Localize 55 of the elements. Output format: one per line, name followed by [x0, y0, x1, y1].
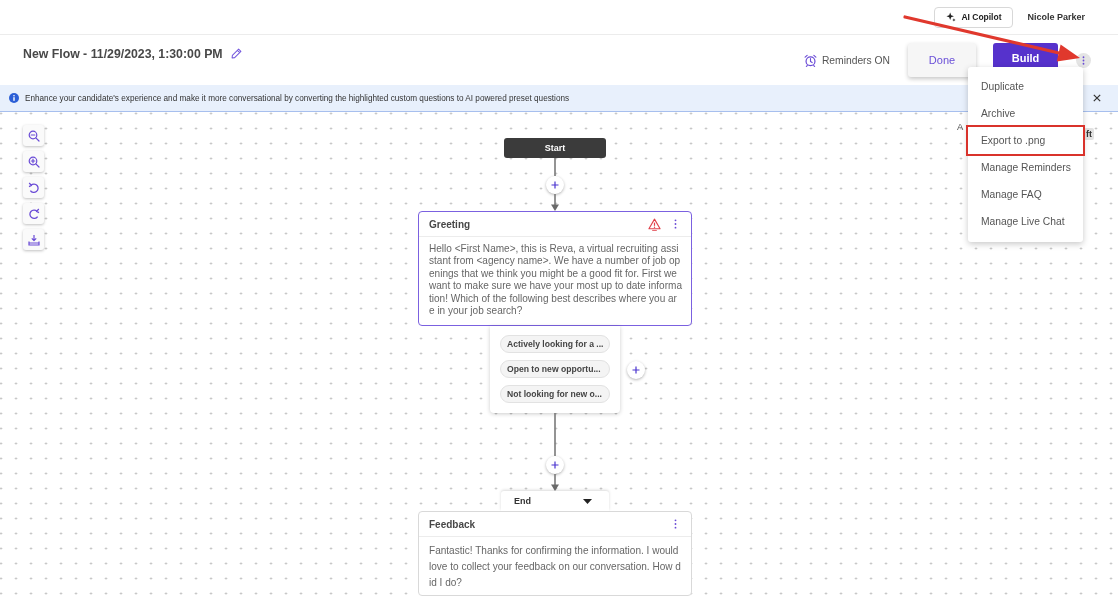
- close-button[interactable]: [1093, 93, 1102, 103]
- status-badge: ft: [1084, 128, 1094, 140]
- answer-option[interactable]: Open to new opportu...: [500, 360, 610, 379]
- plus-icon: [551, 461, 559, 470]
- kebab-icon: [1082, 55, 1085, 65]
- info-icon: [9, 93, 19, 103]
- start-node[interactable]: Start: [504, 138, 606, 158]
- caret-down-icon: [583, 498, 592, 504]
- zoom-in-icon: [27, 155, 40, 168]
- add-step-button[interactable]: [546, 456, 564, 475]
- message-node[interactable]: Feedback Fantastic! Thanks for confirming the information. I would love to collect your feedback on our conversation. How did I do?: [418, 511, 692, 596]
- message-node[interactable]: [418, 211, 692, 327]
- menu-item[interactable]: Manage Live Chat: [968, 208, 1083, 235]
- download-button[interactable]: [23, 229, 44, 250]
- connector-line: [553, 413, 557, 457]
- answer-option[interactable]: Not looking for new o...: [500, 385, 610, 404]
- zoom-out-button[interactable]: [23, 125, 44, 146]
- message-text: Fantastic! Thanks for confirming the information. I would love to collect your feedback on our conversation. How did I do?: [428, 544, 682, 591]
- pencil-icon[interactable]: [230, 48, 242, 59]
- node-title: Feedback: [429, 518, 476, 530]
- node-title: Greeting: [429, 218, 471, 230]
- undo-button[interactable]: [23, 177, 44, 198]
- connector-line: [553, 158, 557, 176]
- ai-copilot-button[interactable]: AI Copilot: [934, 6, 1014, 28]
- connector-arrow: [550, 194, 560, 211]
- banner-text: Enhance your candidate's experience and make it more conversational by converting the highlighted custom questions to AI powered preset questions: [25, 93, 570, 103]
- close-icon: [1093, 93, 1101, 102]
- menu-item[interactable]: Manage FAQ: [968, 181, 1083, 208]
- menu-item[interactable]: Archive: [968, 100, 1083, 127]
- undo-icon: [27, 181, 40, 194]
- menu-item[interactable]: Export to .png: [968, 127, 1083, 154]
- more-options-button[interactable]: [1076, 52, 1091, 68]
- zoom-in-button[interactable]: [23, 151, 44, 172]
- reminders-status: Reminders ON: [821, 54, 890, 66]
- plus-icon: [632, 365, 640, 374]
- plus-icon: [551, 181, 559, 189]
- kebab-icon[interactable]: [674, 519, 677, 530]
- menu-item[interactable]: Manage Reminders: [968, 154, 1083, 181]
- message-text: Hello <First Name>, this is Reva, a virtual recruiting assistant from <agency name>. We have a number of job openings that we think you might be a good fit for. First we want to make sure we have your most up to date information! Which of the following best describes where you are in your job search?: [428, 242, 683, 319]
- redo-button[interactable]: [23, 203, 44, 224]
- add-branch-button[interactable]: [627, 360, 645, 379]
- end-dropdown[interactable]: End: [501, 491, 609, 512]
- download-tray-icon: [27, 233, 40, 246]
- answer-option[interactable]: Actively looking for a ...: [500, 335, 610, 354]
- label-text: A: [957, 121, 964, 132]
- flow-title: New Flow - 11/29/2023, 1:30:00 PM: [23, 46, 223, 62]
- add-step-button[interactable]: [546, 176, 564, 194]
- alarm-clock-icon: [803, 53, 817, 67]
- user-name[interactable]: Nicole Parker: [1027, 12, 1085, 22]
- kebab-icon[interactable]: [674, 219, 677, 229]
- zoom-out-icon: [27, 129, 40, 142]
- secondary-button[interactable]: Done: [908, 43, 976, 77]
- redo-icon: [27, 207, 40, 220]
- sparkle-icon: [946, 12, 957, 22]
- connector-arrow: [550, 474, 560, 492]
